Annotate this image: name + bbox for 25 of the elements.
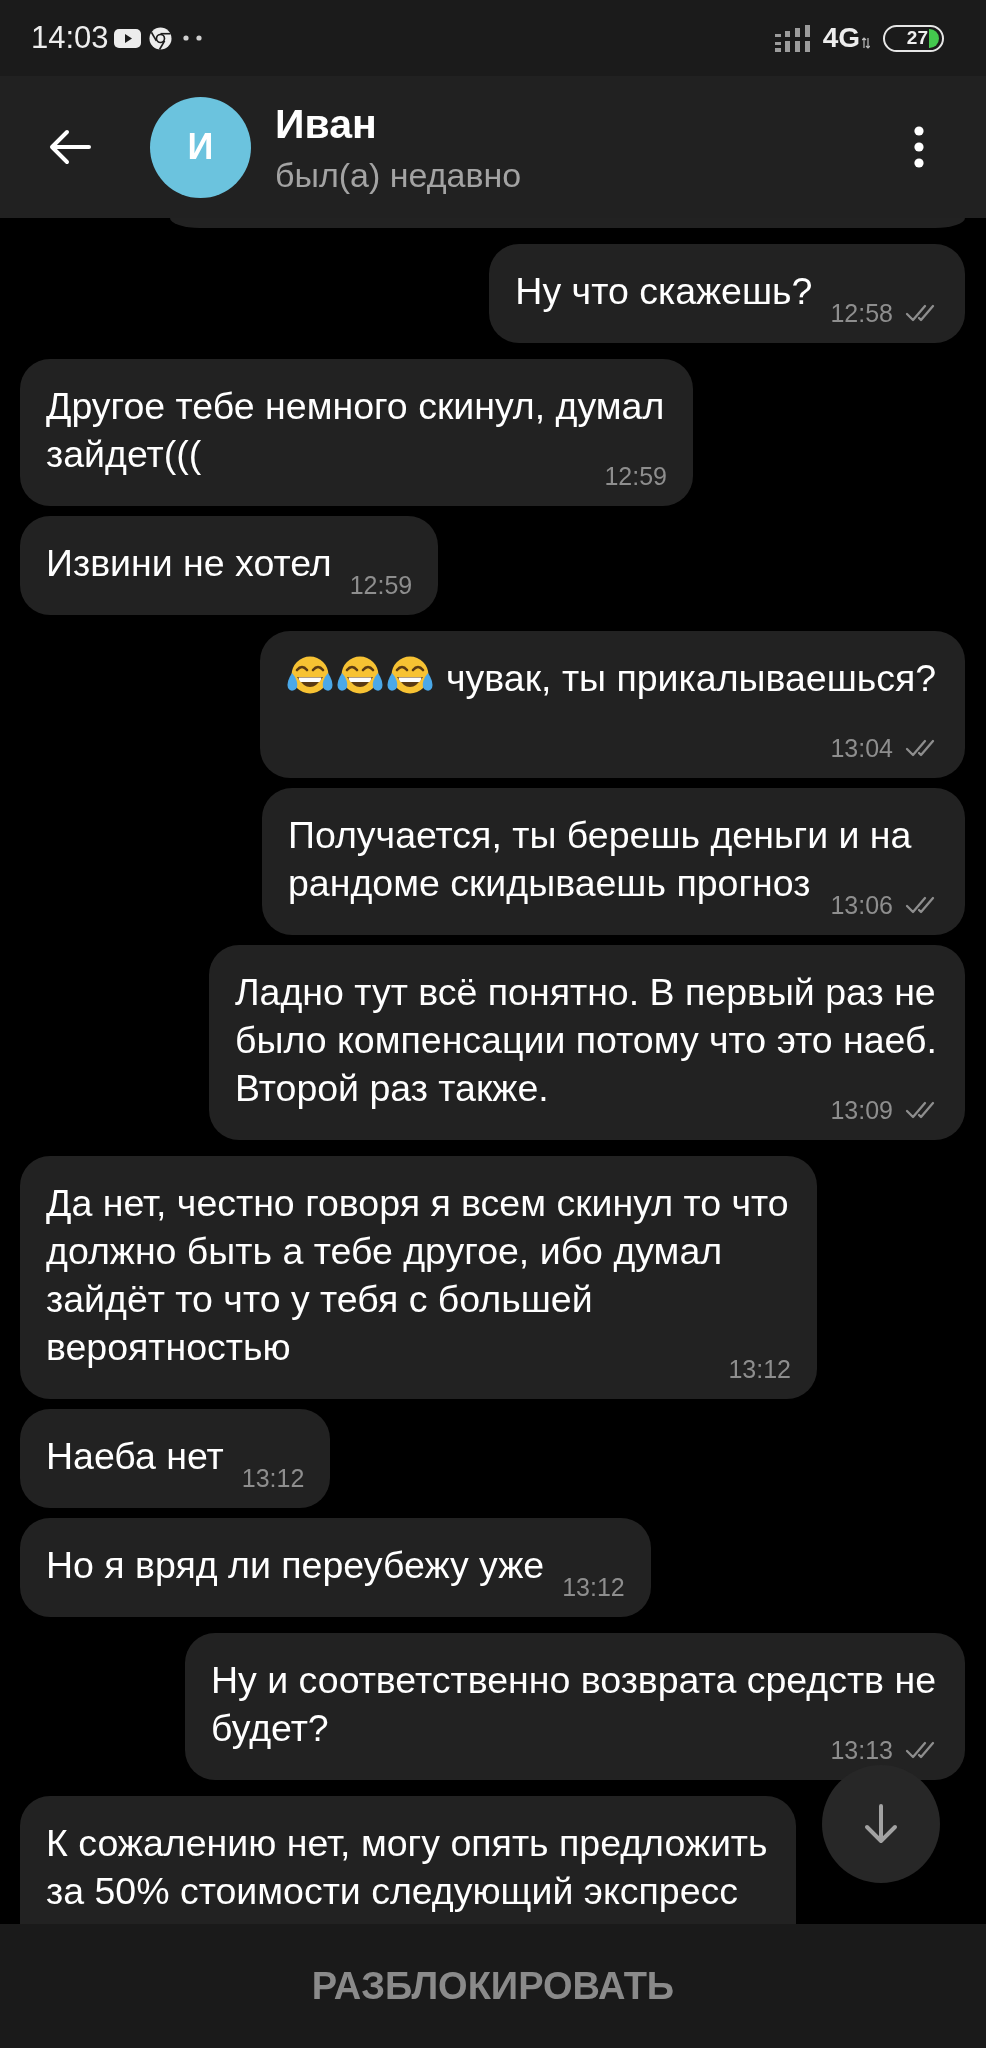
more-menu-icon[interactable] [913,126,925,168]
message-time: 12:59 [349,570,413,600]
signal-icon [774,24,811,52]
contact-name: Иван [275,99,378,148]
status-time: 14:03 [31,20,109,56]
video-play-icon [113,28,141,48]
browser-icon [148,26,172,50]
message-time: 13:12 [241,1463,305,1493]
message-text: Извини не хотел [46,542,332,584]
more-notifications-icon [182,35,202,41]
unblock-button[interactable]: РАЗБЛОКИРОВАТЬ [0,1924,986,2048]
network-type: 4G [822,22,860,54]
message-text: Но я вряд ли переубежу уже [46,1544,545,1586]
contact-status: был(а) недавно [275,154,522,195]
message-time: 13:04 [830,733,893,763]
message-text: Ну что скажешь? [515,270,813,312]
arrow-down-icon [864,1804,898,1844]
message-text: К сожалению нет, могу опять предложить за 50% стоимости следующий экспресс [46,1822,768,1912]
message-time: 12:58 [830,298,893,328]
message-text: чувак, ты прикалываешься? [446,657,937,699]
back-arrow-icon[interactable] [49,129,91,165]
battery-indicator: 27 [883,24,944,52]
message-time: 13:12 [562,1572,625,1602]
data-transfer-icon [862,37,870,49]
message-text: Наеба нет [46,1435,224,1477]
